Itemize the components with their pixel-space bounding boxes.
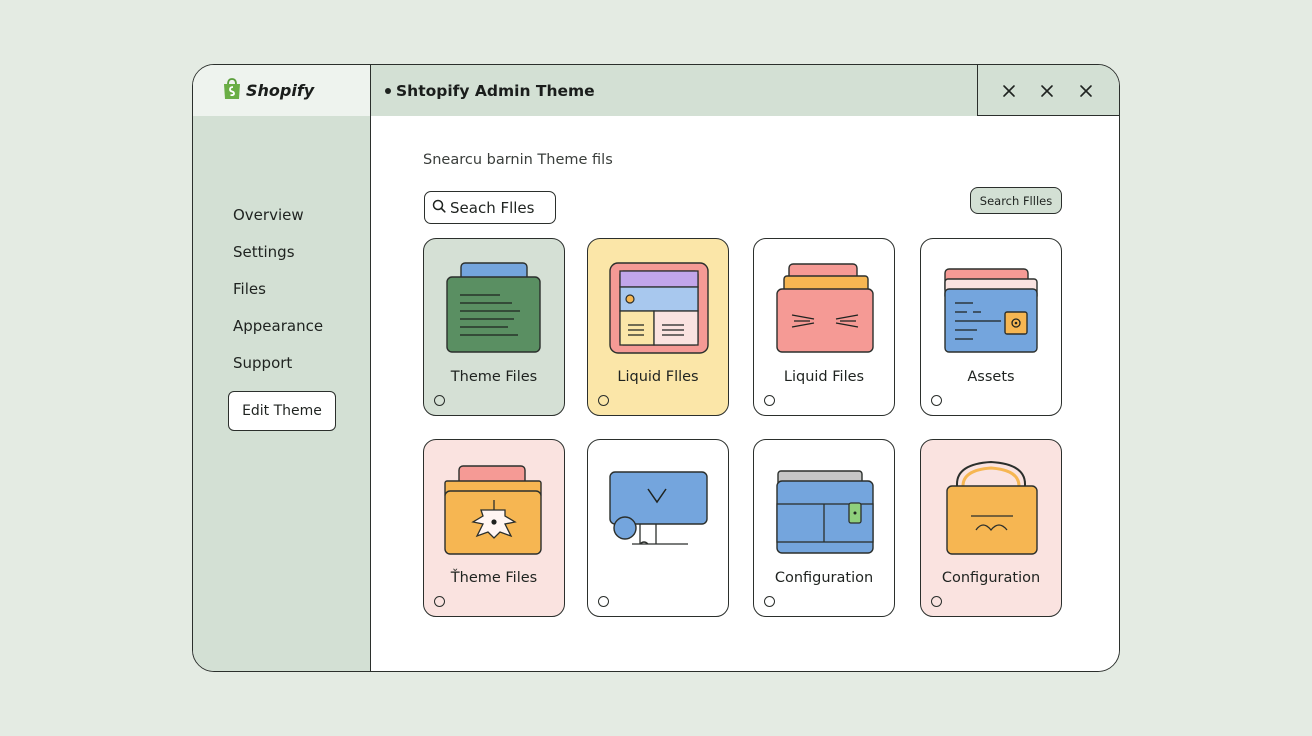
close-icon[interactable] <box>998 80 1020 102</box>
card-label: Liquid Flles <box>617 369 699 385</box>
app-window: Shopify Shtopify Admin Theme Overview Se… <box>192 64 1120 672</box>
page-subtitle: Snearcu barnin Theme fils <box>423 152 613 168</box>
card-label: Liquid Files <box>783 369 865 385</box>
file-card-configuration[interactable]: Configuration <box>753 439 895 617</box>
card-label: Theme Files <box>450 369 538 385</box>
select-radio[interactable] <box>434 596 445 607</box>
select-radio[interactable] <box>434 395 445 406</box>
layout-template-icon <box>609 262 709 354</box>
wallet-config-icon <box>776 470 874 554</box>
sidebar-item-support[interactable]: Support <box>233 354 292 372</box>
title-bar: Shopify Shtopify Admin Theme <box>193 65 1119 116</box>
select-radio[interactable] <box>598 596 609 607</box>
close-icon[interactable] <box>1075 80 1097 102</box>
sidebar-item-appearance[interactable]: Appearance <box>233 317 323 335</box>
card-label: Configuration <box>774 570 874 586</box>
sidebar-item-overview[interactable]: Overview <box>233 206 304 224</box>
title-dot-icon <box>385 87 391 94</box>
file-card-assets[interactable]: Assets <box>920 238 1062 416</box>
file-card-theme-files[interactable]: Theme Files <box>423 238 565 416</box>
file-card-configuration-2[interactable]: Configuration <box>920 439 1062 617</box>
search-files-button[interactable]: Search Fllles <box>970 187 1062 214</box>
select-radio[interactable] <box>931 596 942 607</box>
sidebar-item-files[interactable]: Files <box>233 280 266 298</box>
select-radio[interactable] <box>931 395 942 406</box>
main-content: Snearcu barnin Theme fils Seach Flles Se… <box>371 116 1119 671</box>
search-input[interactable]: Seach Flles <box>424 191 556 224</box>
card-label: Assets <box>967 369 1015 385</box>
select-radio[interactable] <box>764 395 775 406</box>
shopping-bag-icon <box>946 460 1038 555</box>
select-radio[interactable] <box>764 596 775 607</box>
sidebar-item-settings[interactable]: Settings <box>233 243 295 261</box>
close-icon[interactable] <box>1036 80 1058 102</box>
shopify-bag-icon <box>222 77 242 104</box>
sidebar: Overview Settings Files Appearance Suppo… <box>193 116 371 671</box>
card-label: Ťheme Files <box>450 570 538 586</box>
file-card-theme-files-2[interactable]: Ťheme Files <box>423 439 565 617</box>
folder-code-icon <box>776 263 874 353</box>
brand[interactable]: Shopify <box>193 65 371 116</box>
window-title: Shtopify Admin Theme <box>396 81 595 100</box>
file-card-liquid-files[interactable]: Liquid Files <box>753 238 895 416</box>
search-input-value: Seach Flles <box>450 198 535 217</box>
folder-document-icon <box>446 262 541 353</box>
monitor-icon <box>609 471 708 545</box>
file-card-liquid-flles[interactable]: Liquid Flles <box>587 238 729 416</box>
asset-folder-icon <box>944 268 1038 353</box>
brand-name: Shopify <box>246 81 315 100</box>
card-label: Configuration <box>941 570 1041 586</box>
theme-folder-icon <box>444 465 542 555</box>
window-title-area: Shtopify Admin Theme <box>371 65 978 116</box>
file-card-monitor[interactable] <box>587 439 729 617</box>
edit-theme-button[interactable]: Edit Theme <box>228 391 336 431</box>
search-icon <box>432 198 446 217</box>
window-controls <box>978 65 1119 116</box>
select-radio[interactable] <box>598 395 609 406</box>
